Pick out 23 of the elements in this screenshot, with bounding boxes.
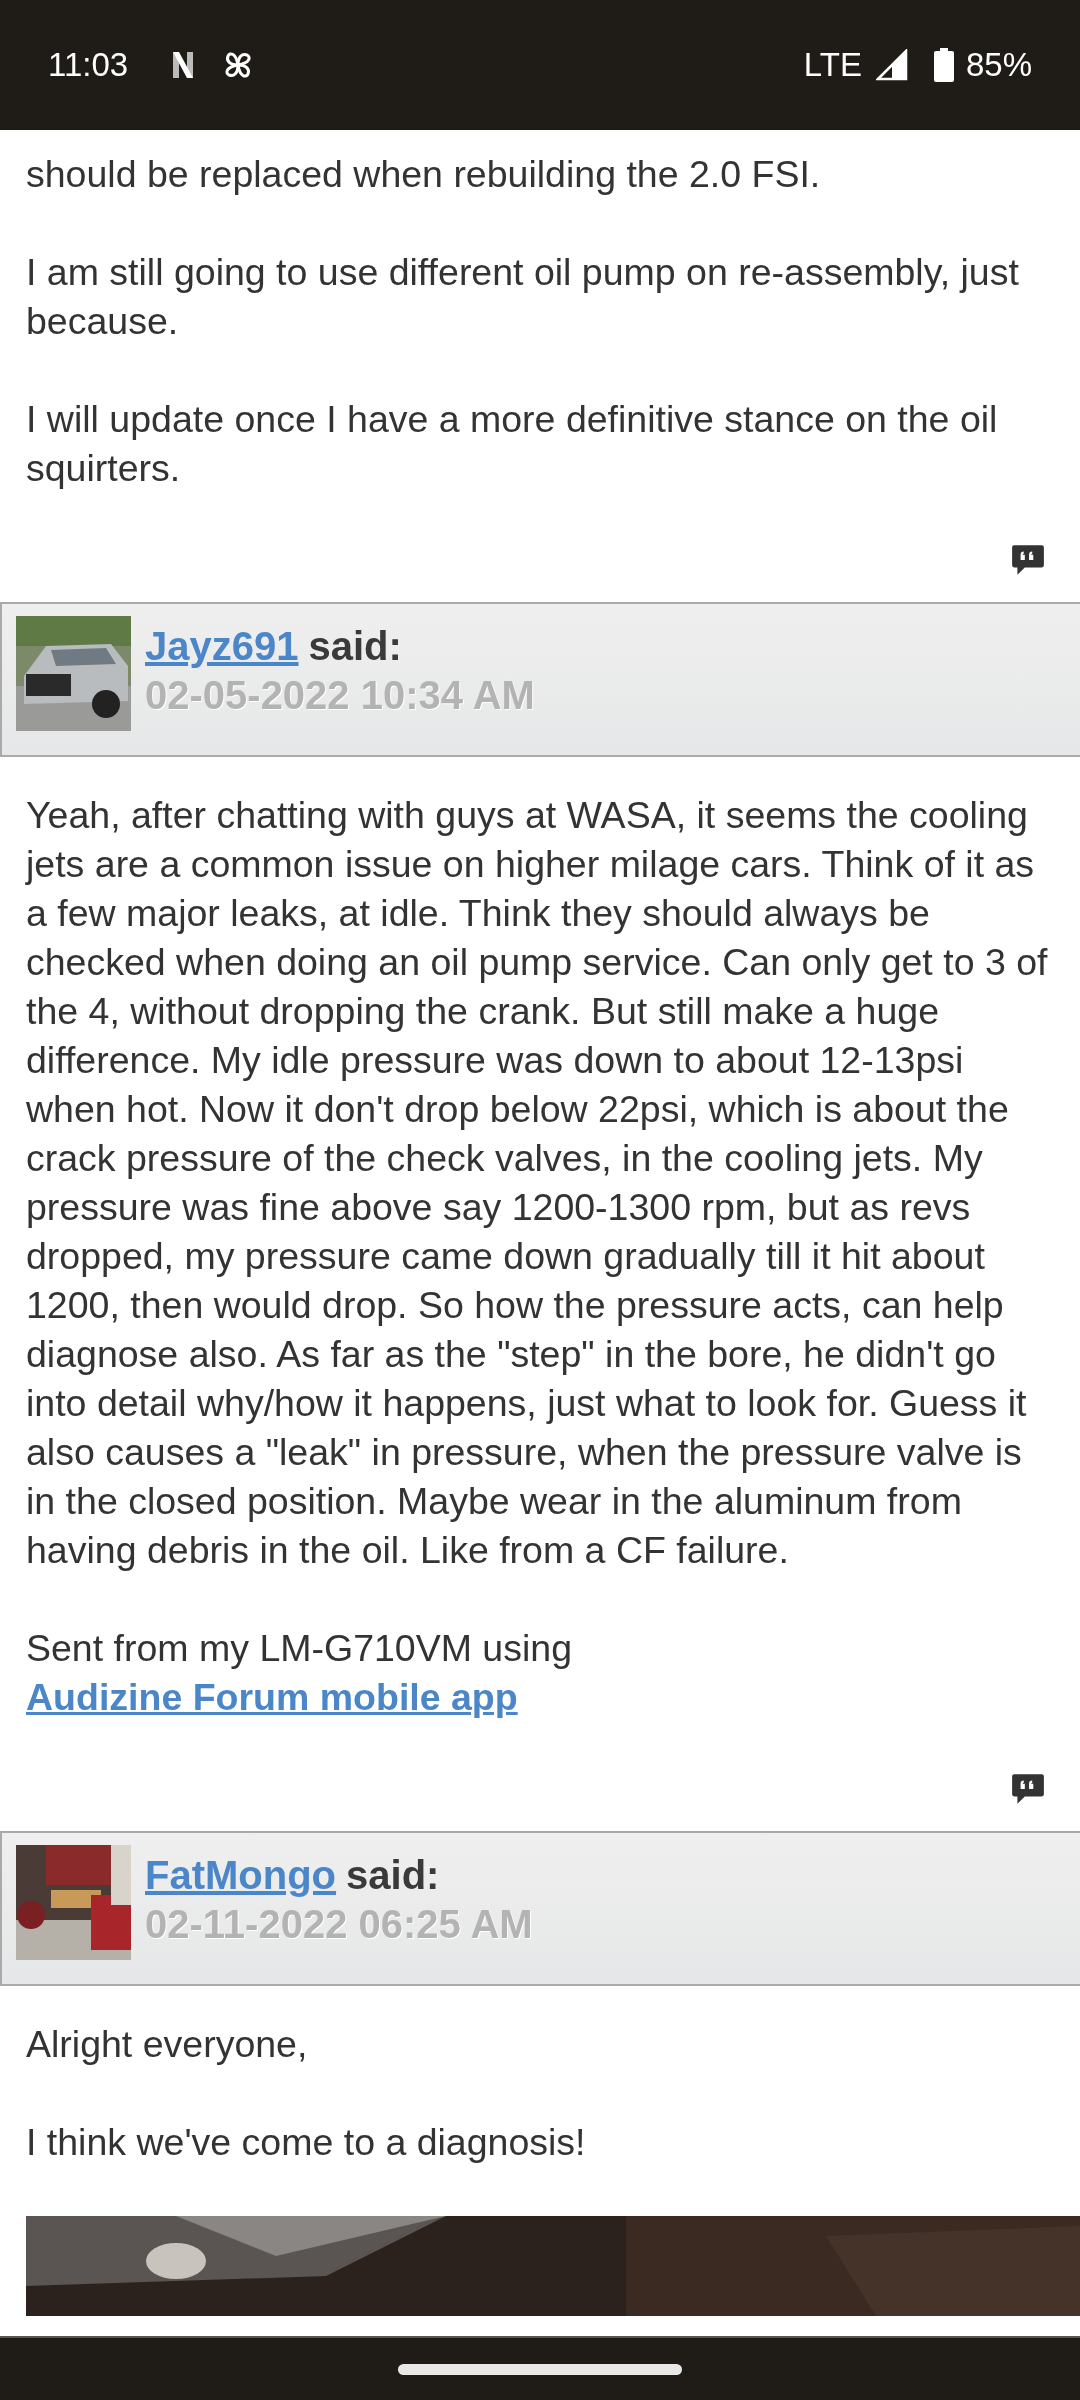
app-link[interactable]: Audizine Forum mobile app xyxy=(26,1676,518,1718)
signature-text: Sent from my LM-G710VM using xyxy=(26,1627,573,1669)
post-date: 02-05-2022 10:34 AM xyxy=(145,672,535,719)
post-text: I will update once I have a more definitive stance on the oil squirters. xyxy=(26,397,999,491)
username-link[interactable]: Jayz691 xyxy=(145,624,299,668)
username-link[interactable]: FatMongo xyxy=(145,1853,337,1897)
post-text: should be replaced when rebuilding the 2.0 FSI. xyxy=(26,152,822,197)
app-icon xyxy=(172,51,195,79)
post-text: I am still going to use different oil pump on re-assembly, just because. xyxy=(26,250,1020,344)
post-text: Yeah, after chatting with guys at WASA, it seems the cooling jets are a common issue on higher milage cars. Think of it as a few major leaks, at idle. Think they should always be checked when doing an oil pump service. Can only get to 3 of the 4, without dropping the crank. But still make a huge difference. My idle pressure was down to about 12-13psi when hot. Now it don't drop below 22psi, which is about the crack pressure of the check valves, in the cooling jets. My pressure was fine above say 1200-1300 rpm, but as revs dropped, my pressure came down gradually till it hit about 1200, then would drop. So how the pressure acts, can help diagnose also. As far as the "step" in the bore, he didn't go into detail why/how it happens, just what to look for. Guess it also causes a "leak" in pressure, when the pressure valve is in the closed position. Maybe wear in the aluminum from having debris in the oil. Like from a CF failure. xyxy=(26,793,1049,1573)
post-text: I think we've come to a diagnosis! xyxy=(26,2120,587,2165)
battery-percent: 85% xyxy=(965,46,1032,84)
clock: 11:03 xyxy=(48,46,129,84)
battery-icon xyxy=(933,48,954,82)
quote-icon[interactable] xyxy=(1010,542,1046,578)
post-date: 02-11-2022 06:25 AM xyxy=(145,1901,533,1948)
home-handle[interactable] xyxy=(398,2363,682,2375)
signal-icon xyxy=(875,49,908,81)
said-label: said: xyxy=(308,624,402,668)
said-label: said: xyxy=(346,1853,440,1897)
network-label: LTE xyxy=(803,46,862,84)
quote-icon[interactable] xyxy=(1010,1771,1046,1807)
post-text: Alright everyone, xyxy=(26,2022,309,2067)
